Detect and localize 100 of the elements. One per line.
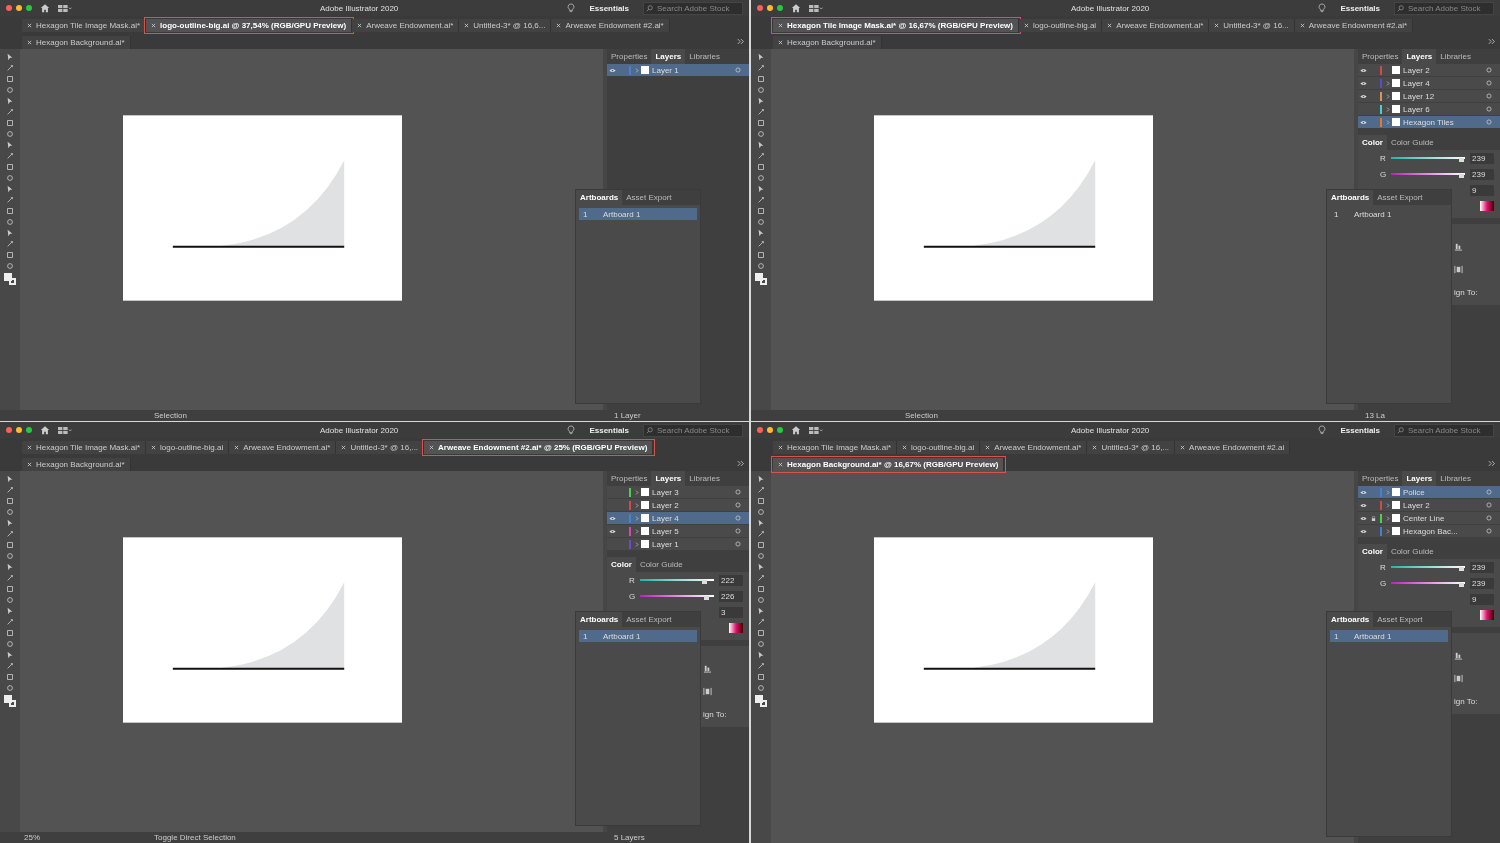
panel-tab[interactable]: Properties [1358,49,1403,64]
eye-icon[interactable] [1359,93,1367,99]
home-icon[interactable] [40,425,50,435]
panel-tab[interactable]: Artboards [576,190,623,205]
target-circle-icon[interactable] [1486,67,1492,73]
panel-tab[interactable]: Color [607,557,636,572]
close-tab-icon[interactable] [429,445,435,450]
panel-tab[interactable]: Layers [651,471,686,486]
artboard-row[interactable]: 1 Artboard 1 [1330,208,1448,220]
document-tab[interactable]: logo-outline-big.ai [897,441,981,454]
arrange-documents-icon[interactable] [809,425,823,435]
close-tab-icon[interactable] [151,445,157,450]
minimize-window-button[interactable] [16,5,22,11]
panel-tab[interactable]: Properties [607,471,652,486]
panel-tab[interactable]: Layers [651,49,686,64]
search-field[interactable]: Search Adobe Stock [643,423,743,437]
more-tabs-icon[interactable] [737,460,745,467]
target-circle-icon[interactable] [1486,80,1492,86]
align-bottom-icon[interactable] [1454,651,1463,660]
panel-tab[interactable]: Layers [1402,49,1437,64]
search-field[interactable]: Search Adobe Stock [1394,1,1494,15]
panel-tab[interactable]: Color [1358,544,1387,559]
eye-icon[interactable] [1359,489,1367,495]
panel-tab[interactable]: Artboards [576,612,623,627]
document-tab[interactable]: Hexagon Tile Image Mask.ai* @ 16,67% (RGB/GPU Preview) [773,19,1019,32]
panel-tab[interactable]: Libraries [685,49,724,64]
close-tab-icon[interactable] [151,23,157,28]
close-tab-icon[interactable] [1107,23,1113,28]
document-tab[interactable]: logo-outline-big.ai [1018,19,1103,32]
panel-tab[interactable]: Properties [607,49,652,64]
channel-value-field[interactable]: 9 [1470,593,1494,605]
target-circle-icon[interactable] [1486,515,1492,521]
panel-tab[interactable]: Asset Export [1373,190,1427,205]
document-tab[interactable]: Hexagon Tile Image Mask.ai* [773,441,898,454]
arrange-documents-icon[interactable] [809,3,823,13]
document-tab[interactable]: Arweave Endowment #2.ai* @ 25% (RGB/GPU Preview) [424,441,654,454]
fill-stroke-swatches[interactable] [755,273,767,285]
arrange-documents-icon[interactable] [58,3,72,13]
workspace-switcher[interactable]: Essentials [583,425,635,435]
target-circle-icon[interactable] [1486,106,1492,112]
close-tab-icon[interactable] [1092,445,1098,450]
lightbulb-icon[interactable] [1318,3,1327,13]
panel-tab[interactable]: Artboards [1327,190,1374,205]
document-tab[interactable]: Arweave Endowment.ai* [980,441,1088,454]
lightbulb-icon[interactable] [1318,425,1327,435]
color-spectrum[interactable] [1480,610,1494,620]
layer-row[interactable]: Layer 5 [607,525,749,538]
close-tab-icon[interactable] [985,445,991,450]
panel-tab[interactable]: Libraries [1436,49,1475,64]
color-spectrum[interactable] [729,623,743,633]
target-circle-icon[interactable] [1486,119,1492,125]
artboard-row[interactable]: 1 Artboard 1 [579,208,697,220]
selection-arrow-icon[interactable] [757,53,765,61]
selection-arrow-icon[interactable] [6,475,14,483]
distribute-icon[interactable] [1454,265,1463,274]
artboard-row[interactable]: 1 Artboard 1 [1330,630,1448,642]
eye-icon[interactable] [1359,528,1367,534]
document-tab[interactable]: Untitled-3* @ 16,... [1087,441,1176,454]
close-tab-icon[interactable] [778,23,783,28]
document-tab[interactable]: Hexagon Background.ai* @ 16,67% (RGB/GPU Preview) [773,458,1005,471]
color-spectrum[interactable] [1480,201,1494,211]
target-circle-icon[interactable] [735,528,741,534]
target-circle-icon[interactable] [735,489,741,495]
close-tab-icon[interactable] [778,462,783,467]
fill-stroke-swatches[interactable] [755,695,767,707]
panel-tab[interactable]: Layers [1402,471,1437,486]
fill-stroke-swatches[interactable] [4,695,16,707]
layer-row[interactable]: Layer 1 [607,538,749,551]
close-tab-icon[interactable] [341,445,347,450]
close-tab-icon[interactable] [902,445,908,450]
home-icon[interactable] [791,3,801,13]
minimize-window-button[interactable] [767,427,773,433]
target-circle-icon[interactable] [1486,93,1492,99]
workspace-switcher[interactable]: Essentials [1334,3,1386,13]
panel-tab[interactable]: Asset Export [622,190,676,205]
distribute-icon[interactable] [1454,674,1463,683]
panel-tab[interactable]: Asset Export [622,612,676,627]
workspace-switcher[interactable]: Essentials [1334,425,1386,435]
close-tab-icon[interactable] [778,40,783,45]
panel-tab[interactable]: Color Guide [1386,135,1438,150]
close-tab-icon[interactable] [1023,23,1029,28]
document-tab[interactable]: Hexagon Background.ai* [22,36,131,49]
layer-row[interactable]: Layer 2 [1358,499,1500,512]
lightbulb-icon[interactable] [567,425,576,435]
eye-icon[interactable] [1359,119,1367,125]
layer-row[interactable]: Layer 2 [1358,64,1500,77]
channel-value-field[interactable]: 226 [719,590,743,602]
layer-row[interactable]: Layer 3 [607,486,749,499]
more-tabs-icon[interactable] [1488,460,1496,467]
selection-arrow-icon[interactable] [757,475,765,483]
align-bottom-icon[interactable] [1454,242,1463,251]
layer-row[interactable]: Center Line [1358,512,1500,525]
zoom-level-field[interactable]: 25% [0,833,54,842]
layer-row[interactable]: Police [1358,486,1500,499]
eye-icon[interactable] [608,67,616,73]
panel-tab[interactable]: Libraries [685,471,724,486]
close-tab-icon[interactable] [1299,23,1305,28]
layer-row[interactable]: Hexagon Bac... [1358,525,1500,538]
document-tab[interactable]: Arweave Endowment.ai* [229,441,337,454]
minimize-window-button[interactable] [16,427,22,433]
